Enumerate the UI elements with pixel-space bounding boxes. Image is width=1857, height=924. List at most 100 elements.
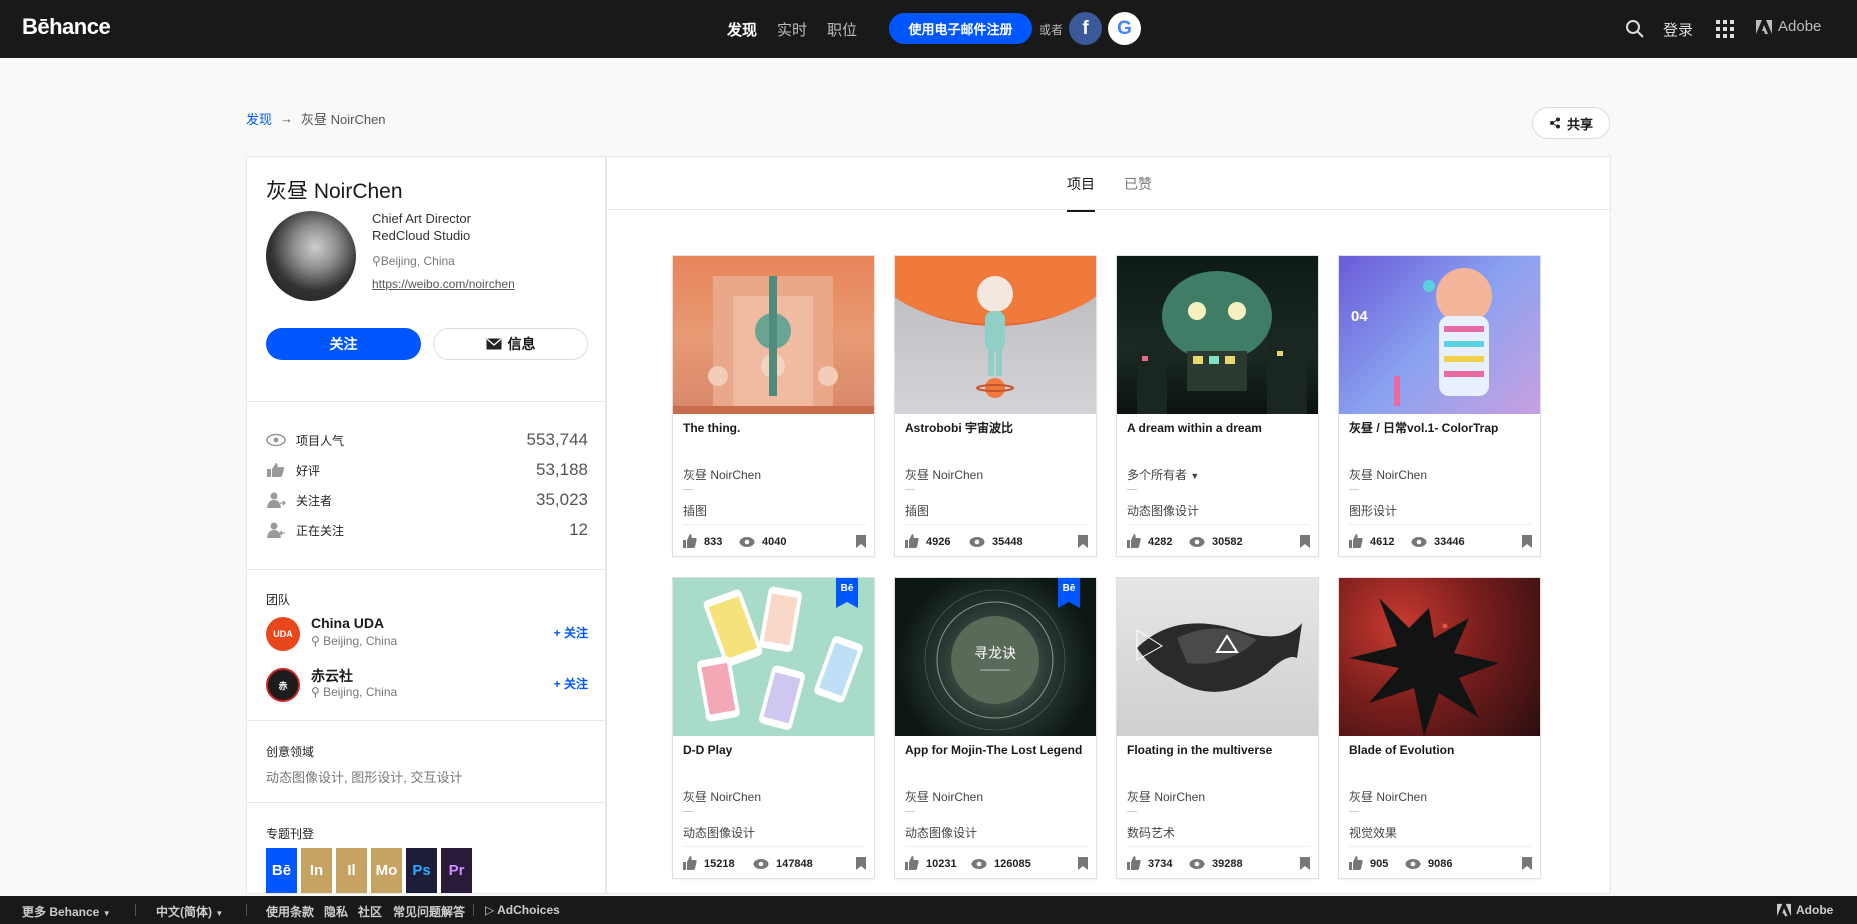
team-title: 团队 (266, 593, 291, 607)
team-follow-button[interactable]: + 关注 (554, 624, 588, 641)
project-owner[interactable]: 灰昼 NoirChen (905, 788, 983, 805)
search-icon[interactable] (1624, 18, 1646, 40)
project-owner[interactable]: 多个所有者 ▼ (1127, 466, 1199, 483)
tab-projects[interactable]: 项目 (1067, 174, 1095, 212)
badge-il[interactable]: Il (336, 848, 367, 893)
profile-website-link[interactable]: https://weibo.com/noirchen (372, 277, 515, 291)
bookmark-icon[interactable] (1300, 535, 1310, 548)
footer-more-behance[interactable]: 更多 Behance ▼ (22, 903, 111, 920)
cover-number: 04 (1351, 308, 1368, 325)
project-card[interactable]: Bē D-D Play 灰昼 NoirChen 动态图像设计 15218 147… (672, 577, 875, 879)
badge-in[interactable]: In (301, 848, 332, 893)
divider (905, 489, 915, 490)
project-card[interactable]: Floating in the multiverse 灰昼 NoirChen 数… (1116, 577, 1319, 879)
project-owner[interactable]: 灰昼 NoirChen (1349, 466, 1427, 483)
footer-adobe[interactable]: Adobe (1777, 903, 1833, 917)
badge-pr[interactable]: Pr (441, 848, 472, 893)
bookmark-icon[interactable] (1522, 535, 1532, 548)
follow-button[interactable]: 关注 (266, 328, 421, 360)
project-cover[interactable] (1117, 578, 1318, 736)
project-owner[interactable]: 灰昼 NoirChen (683, 466, 761, 483)
project-cover[interactable] (895, 256, 1096, 414)
location-pin-icon: ⚲ (372, 254, 381, 268)
login-link[interactable]: 登录 (1663, 19, 1693, 40)
project-owner[interactable]: 灰昼 NoirChen (1127, 788, 1205, 805)
nav-jobs[interactable]: 职位 (827, 19, 857, 40)
project-title[interactable]: The thing. (683, 420, 866, 437)
projects-panel: 项目 已赞 The thing. 灰昼 NoirChen 插图 833 4040… (606, 156, 1611, 894)
project-card[interactable]: The thing. 灰昼 NoirChen 插图 833 4040 (672, 255, 875, 557)
apps-grid-icon[interactable] (1716, 20, 1734, 38)
following-icon (267, 522, 285, 538)
chevron-down-icon[interactable]: ▼ (1190, 471, 1199, 481)
project-cover[interactable] (1117, 256, 1318, 414)
team-follow-button[interactable]: + 关注 (554, 675, 588, 692)
badge-ps[interactable]: Ps (406, 848, 437, 893)
bookmark-icon[interactable] (856, 857, 866, 870)
bookmark-icon[interactable] (1078, 535, 1088, 548)
footer-privacy[interactable]: 隐私 (324, 903, 348, 920)
team-location: ⚲ Beijing, China (311, 634, 398, 648)
project-cover[interactable]: Bē (673, 578, 874, 736)
message-button[interactable]: 信息 (433, 328, 588, 360)
facebook-icon: f (1082, 17, 1089, 39)
tab-appreciated[interactable]: 已赞 (1124, 174, 1152, 194)
bookmark-icon[interactable] (1300, 857, 1310, 870)
bookmark-icon[interactable] (1522, 857, 1532, 870)
fields-title: 创意领域 (266, 745, 315, 759)
behance-logo[interactable]: Bēhance (22, 14, 111, 40)
footer-community[interactable]: 社区 (358, 903, 382, 920)
badge-mo[interactable]: Mo (371, 848, 402, 893)
project-cover[interactable]: 04 (1339, 256, 1540, 414)
project-owner[interactable]: 灰昼 NoirChen (683, 788, 761, 805)
project-title[interactable]: A dream within a dream (1127, 420, 1310, 437)
project-title[interactable]: D-D Play (683, 742, 866, 759)
project-title[interactable]: Astrobobi 宇宙波比 (905, 420, 1088, 437)
divider (1349, 489, 1359, 490)
divider (1349, 811, 1359, 812)
project-title[interactable]: Blade of Evolution (1349, 742, 1532, 759)
breadcrumb-discover[interactable]: 发现 (246, 109, 272, 128)
project-card[interactable]: Blade of Evolution 灰昼 NoirChen 视觉效果 905 … (1338, 577, 1541, 879)
team-member[interactable]: UDA China UDA ⚲ Beijing, China + 关注 (266, 612, 588, 652)
project-card[interactable]: Astrobobi 宇宙波比 灰昼 NoirChen 插图 4926 35448 (894, 255, 1097, 557)
project-title[interactable]: App for Mojin-The Lost Legend (905, 742, 1088, 759)
footer-faq[interactable]: 常见问题解答 (393, 903, 465, 920)
project-card[interactable]: A dream within a dream 多个所有者 ▼ 动态图像设计 42… (1116, 255, 1319, 557)
project-stats: 4926 35448 (905, 534, 1088, 550)
signup-email-button[interactable]: 使用电子邮件注册 (889, 13, 1032, 44)
google-login-button[interactable]: G (1108, 12, 1141, 45)
project-card[interactable]: 04 灰昼 / 日常vol.1- ColorTrap 灰昼 NoirChen 图… (1338, 255, 1541, 557)
bookmark-icon[interactable] (1078, 857, 1088, 870)
project-owner[interactable]: 灰昼 NoirChen (1349, 788, 1427, 805)
team-name: China UDA (311, 615, 385, 631)
project-cover[interactable] (1339, 578, 1540, 736)
team-member[interactable]: 赤 赤云社 ⚲ Beijing, China + 关注 (266, 663, 588, 703)
project-card[interactable]: 寻龙诀 Bē App for Mojin-The Lost Legend 灰昼 … (894, 577, 1097, 879)
followers-icon (267, 492, 286, 508)
adobe-link[interactable]: Adobe (1756, 18, 1821, 35)
footer: 更多 Behance ▼ 中文(简体) ▼ 使用条款 隐私 社区 常见问题解答 … (0, 896, 1857, 924)
bookmark-icon[interactable] (856, 535, 866, 548)
project-category: 插图 (905, 504, 930, 518)
project-title[interactable]: 灰昼 / 日常vol.1- ColorTrap (1349, 420, 1532, 437)
project-owner[interactable]: 灰昼 NoirChen (905, 466, 983, 483)
nav-discover[interactable]: 发现 (727, 19, 757, 40)
eye-icon (1405, 859, 1421, 869)
project-stats: 833 4040 (683, 534, 866, 550)
breadcrumb: 发现 → 灰昼 NoirChen (246, 109, 386, 128)
team-name: 赤云社 (311, 668, 353, 684)
footer-adchoices[interactable]: ▷ AdChoices (485, 903, 560, 917)
nav-live[interactable]: 实时 (777, 19, 807, 40)
adobe-icon (1756, 19, 1772, 34)
project-cover[interactable] (673, 256, 874, 414)
project-title[interactable]: Floating in the multiverse (1127, 742, 1310, 759)
share-button[interactable]: 共享 (1532, 107, 1610, 139)
footer-language[interactable]: 中文(简体) ▼ (156, 903, 223, 920)
divider (247, 720, 605, 721)
badge-behance[interactable]: Bē (266, 848, 297, 893)
project-stats: 10231 126085 (905, 856, 1088, 872)
footer-terms[interactable]: 使用条款 (266, 903, 314, 920)
facebook-login-button[interactable]: f (1069, 12, 1102, 45)
project-cover[interactable]: 寻龙诀 Bē (895, 578, 1096, 736)
